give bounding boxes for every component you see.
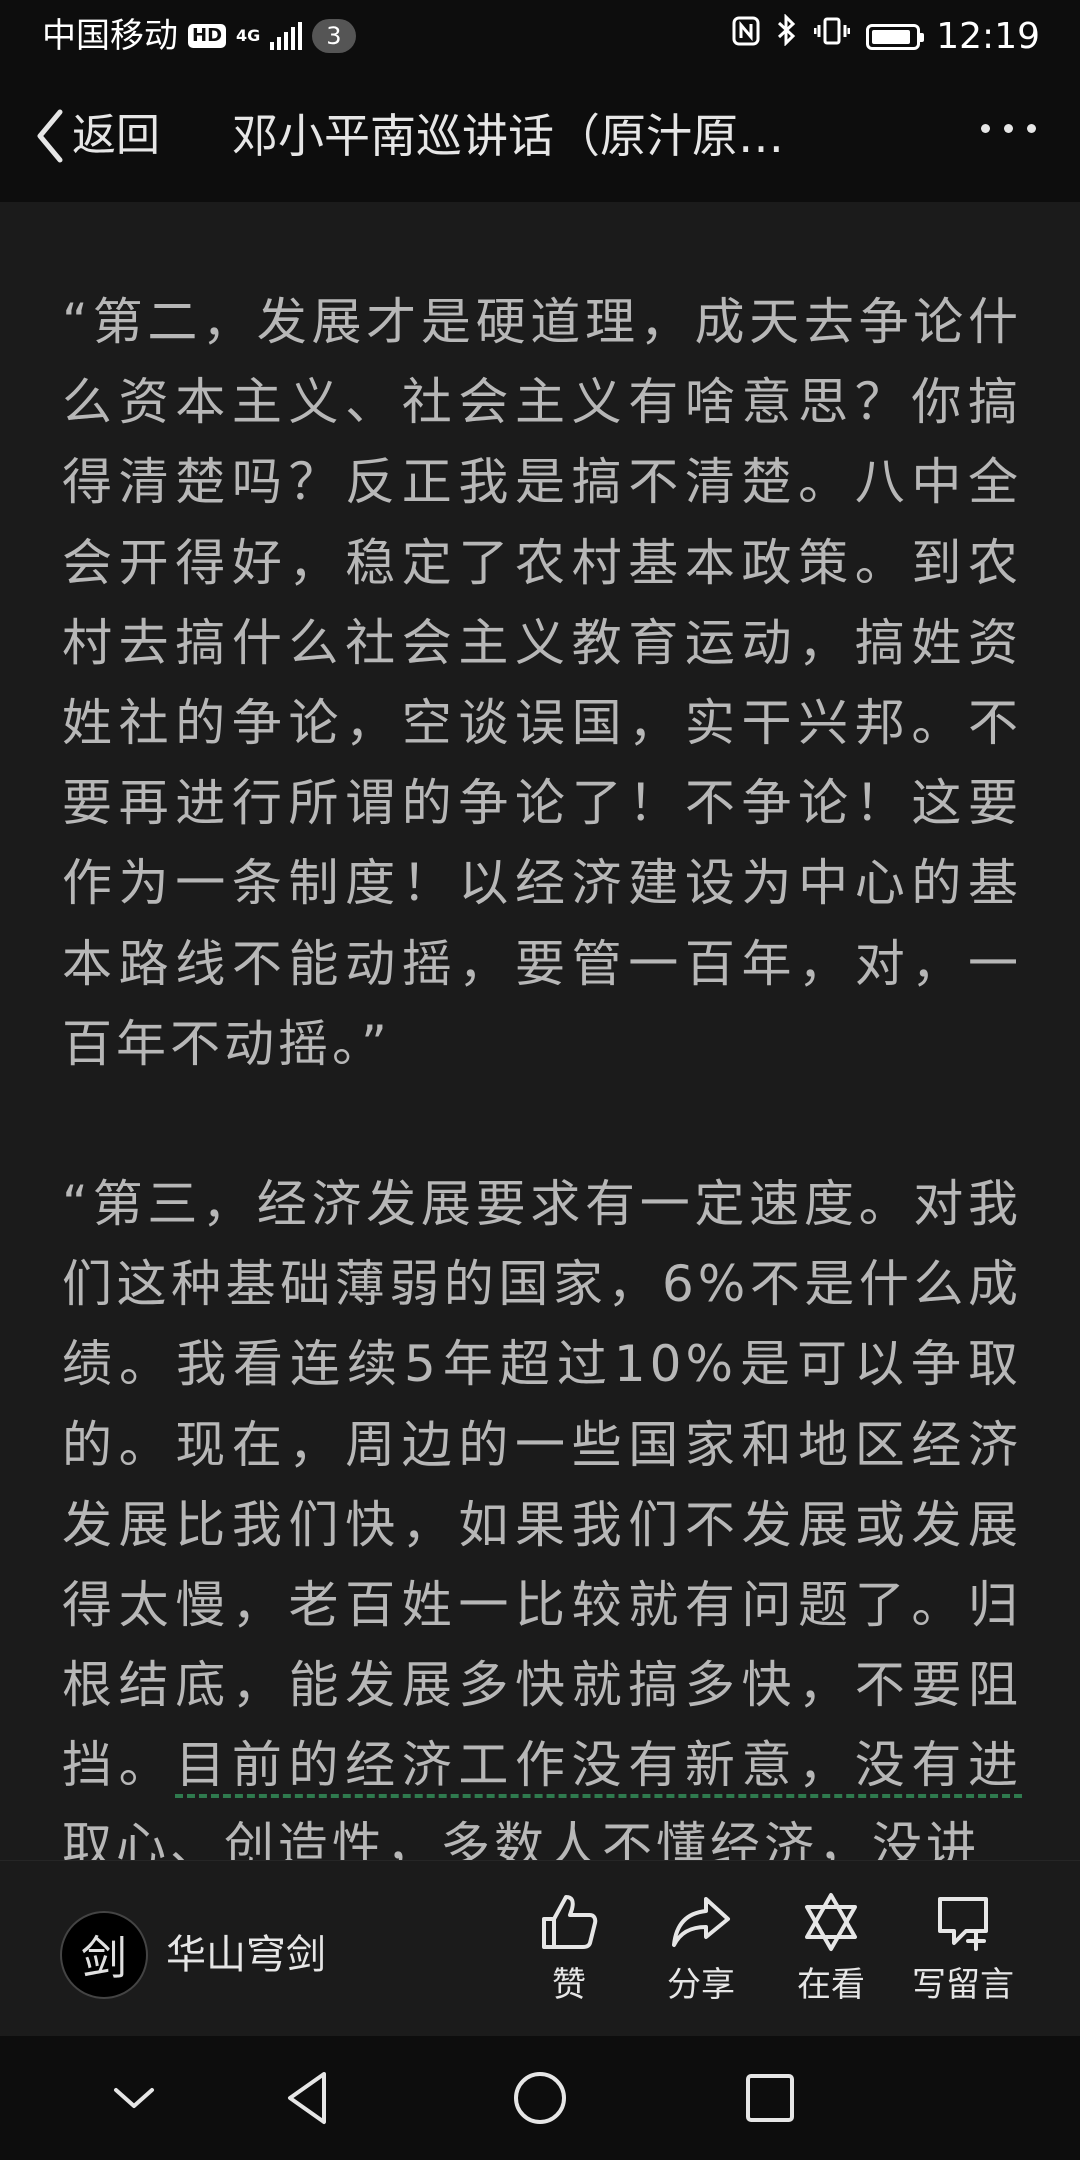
like-button[interactable]: 赞 [504,1891,634,2009]
status-bar: 中国移动 HD 4G 3 12:19 [0,0,1080,72]
comment-add-icon [938,1897,988,1951]
hd-badge: HD [188,24,227,48]
paragraph-text: 取心、创造性，多数人不懂经济，没讲 [62,1816,980,1860]
back-button[interactable]: 返回 [34,106,160,166]
bluetooth-icon [776,13,798,59]
status-left: 中国移动 HD 4G 3 [42,14,356,58]
article-body[interactable]: “第二，发展才是硬道理，成天去争论什么资本主义、社会主义有啥意思？你搞得清楚吗？… [0,202,1080,1860]
circle-home-icon [514,2072,566,2124]
author-name[interactable]: 华山穹剑 [166,1930,326,1980]
article-paragraph: “第三，经济发展要求有一定速度。对我们这种基础薄弱的国家，6%不是什么成绩。我看… [62,1164,1022,1860]
chevron-left-icon [37,109,63,163]
wow-button[interactable]: 在看 [766,1891,896,2009]
avatar-glyph: 剑 [81,1931,127,1985]
article-paragraph: “第二，发展才是硬道理，成天去争论什么资本主义、社会主义有啥意思？你搞得清楚吗？… [62,293,1022,1073]
hide-nav-button[interactable] [102,2066,166,2130]
thumbs-up-icon [542,1895,598,1949]
page-title: 邓小平南巡讲话（原汁原… [232,109,784,163]
nav-bar: 返回 邓小平南巡讲话（原汁原… [0,72,1080,202]
underlined-text[interactable]: 目前的经济工作没有新意，没有进 [175,1736,1022,1799]
more-dot-icon [1004,124,1013,133]
screen: 中国移动 HD 4G 3 12:19 返回 邓小平南巡讲话（原汁原… “第二，发… [0,0,1080,2160]
carrier-label: 中国移动 [42,16,178,56]
square-recents-icon [746,2074,794,2122]
share-icon [672,1897,730,1947]
comment-label: 写留言 [912,1965,1014,2005]
comment-button[interactable]: 写留言 [898,1891,1028,2009]
vibrate-icon [813,15,851,59]
share-button[interactable]: 分享 [636,1891,766,2009]
share-label: 分享 [667,1965,735,2005]
like-label: 赞 [552,1965,586,2005]
chevron-down-icon [114,2088,154,2108]
star-of-david-icon [805,1893,857,1951]
triangle-back-icon [288,2072,326,2124]
wow-label: 在看 [797,1965,865,2005]
network-type: 4G [236,26,261,45]
avatar[interactable]: 剑 [60,1911,148,1999]
system-nav-bar [0,2036,1080,2160]
system-recents-button[interactable] [738,2066,802,2130]
back-label: 返回 [72,110,160,161]
more-dot-icon [1027,124,1036,133]
author-info[interactable]: 剑 华山穹剑 [60,1911,326,1999]
action-bar: 剑 华山穹剑 赞 分享 在看 写留言 [0,1860,1080,2037]
notification-count-badge: 3 [312,19,356,53]
system-home-button[interactable] [508,2066,572,2130]
signal-icon [270,22,303,50]
more-menu-button[interactable] [981,124,1036,133]
nfc-icon [732,15,760,59]
paragraph-text: “第三，经济发展要求有一定速度。对我们这种基础薄弱的国家，6%不是什么成绩。我看… [62,1175,1022,1795]
battery-level [872,29,911,44]
system-back-button[interactable] [278,2066,342,2130]
more-dot-icon [981,124,990,133]
battery-icon [866,23,925,50]
clock: 12:19 [936,15,1040,57]
status-right: 12:19 [732,13,1040,59]
